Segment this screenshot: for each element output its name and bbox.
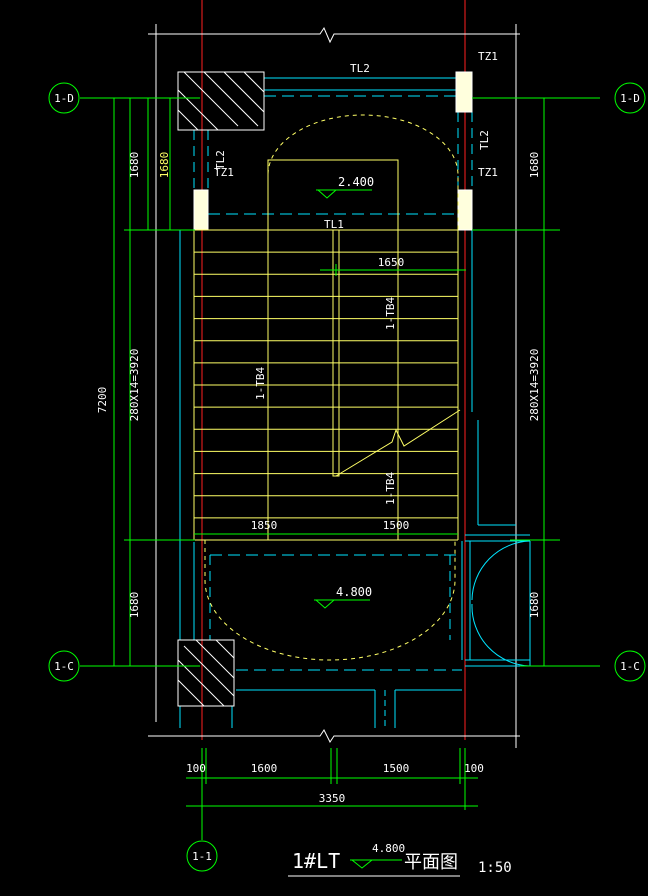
column-tz1-left	[193, 189, 209, 231]
grid-bubbles	[48, 82, 646, 872]
elevation-markers: 2.400 4.800	[314, 175, 374, 609]
stair-plan-drawing: 1-D 1-D 1-C 1-C 1-1 TL2 TZ1 TL2 TZ1 TL2 …	[48, 0, 646, 877]
label-tz1-top-right: TZ1	[478, 50, 498, 63]
dim-left-top: 1680	[128, 152, 141, 179]
label-tl2-right: TL2	[478, 130, 491, 150]
label-tl2-top: TL2	[350, 62, 370, 75]
bottom-break-line	[148, 729, 520, 743]
dim-bottom-left-wall: 100	[186, 762, 206, 775]
door-swing-lower	[471, 603, 531, 667]
dim-stair-left-width: 1850	[251, 519, 278, 532]
title-block: 1#LT 4.800 平面图 1:50	[288, 842, 512, 877]
grid-label-1c-right: 1-C	[620, 660, 640, 673]
door-swing-upper	[471, 540, 531, 601]
dim-stair-right-width: 1500	[383, 519, 410, 532]
column-tz1-right	[457, 189, 473, 231]
dim-left-total: 7200	[96, 387, 109, 414]
elevation-lower: 4.800	[336, 585, 372, 599]
stair-treads	[194, 251, 458, 519]
dim-left-top-small: 1680	[158, 152, 171, 179]
title-scale: 1:50	[478, 860, 512, 876]
elevation-triangle-upper	[316, 189, 338, 199]
dimension-lines	[80, 97, 600, 840]
dim-left-bottom: 1680	[128, 592, 141, 619]
dim-bottom-left-flight: 1600	[251, 762, 278, 775]
dim-bottom-total: 3350	[319, 792, 346, 805]
title-plan: 平面图	[404, 852, 458, 873]
elevation-triangle-lower	[314, 599, 336, 609]
grid-label-1d-right: 1-D	[620, 92, 640, 105]
label-tb4-right-upper: 1-TB4	[384, 297, 397, 330]
title-elevation-triangle	[350, 859, 374, 869]
grid-label-1d-left: 1-D	[54, 92, 74, 105]
upper-landing-arc	[267, 114, 459, 230]
grid-label-1-1: 1-1	[192, 850, 212, 863]
stair-outline	[193, 114, 461, 661]
dim-bottom-right-flight: 1500	[383, 762, 410, 775]
label-tz1-left: TZ1	[214, 166, 234, 179]
title-main: 1#LT	[292, 849, 340, 873]
label-tz1-right: TZ1	[478, 166, 498, 179]
top-break-line	[148, 26, 520, 44]
dim-left-middle: 280X14=3920	[128, 349, 141, 422]
dim-right-middle: 280X14=3920	[528, 349, 541, 422]
title-elevation: 4.800	[372, 842, 405, 855]
grid-label-1c-left: 1-C	[54, 660, 74, 673]
dim-right-bottom: 1680	[528, 592, 541, 619]
dim-right-top: 1680	[528, 152, 541, 179]
dim-bottom-right-wall: 100	[464, 762, 484, 775]
dim-inner-top-right: 1650	[378, 256, 405, 269]
column-top-left	[177, 71, 265, 131]
label-tb4-left: 1-TB4	[254, 367, 267, 400]
break-line-frame	[148, 24, 520, 748]
label-tb4-right-lower: 1-TB4	[384, 472, 397, 505]
label-tl1: TL1	[324, 218, 344, 231]
cad-drawing-canvas: 1-D 1-D 1-C 1-C 1-1 TL2 TZ1 TL2 TZ1 TL2 …	[0, 0, 648, 896]
column-tz1-top-right	[455, 71, 473, 113]
elevation-upper: 2.400	[338, 175, 374, 189]
